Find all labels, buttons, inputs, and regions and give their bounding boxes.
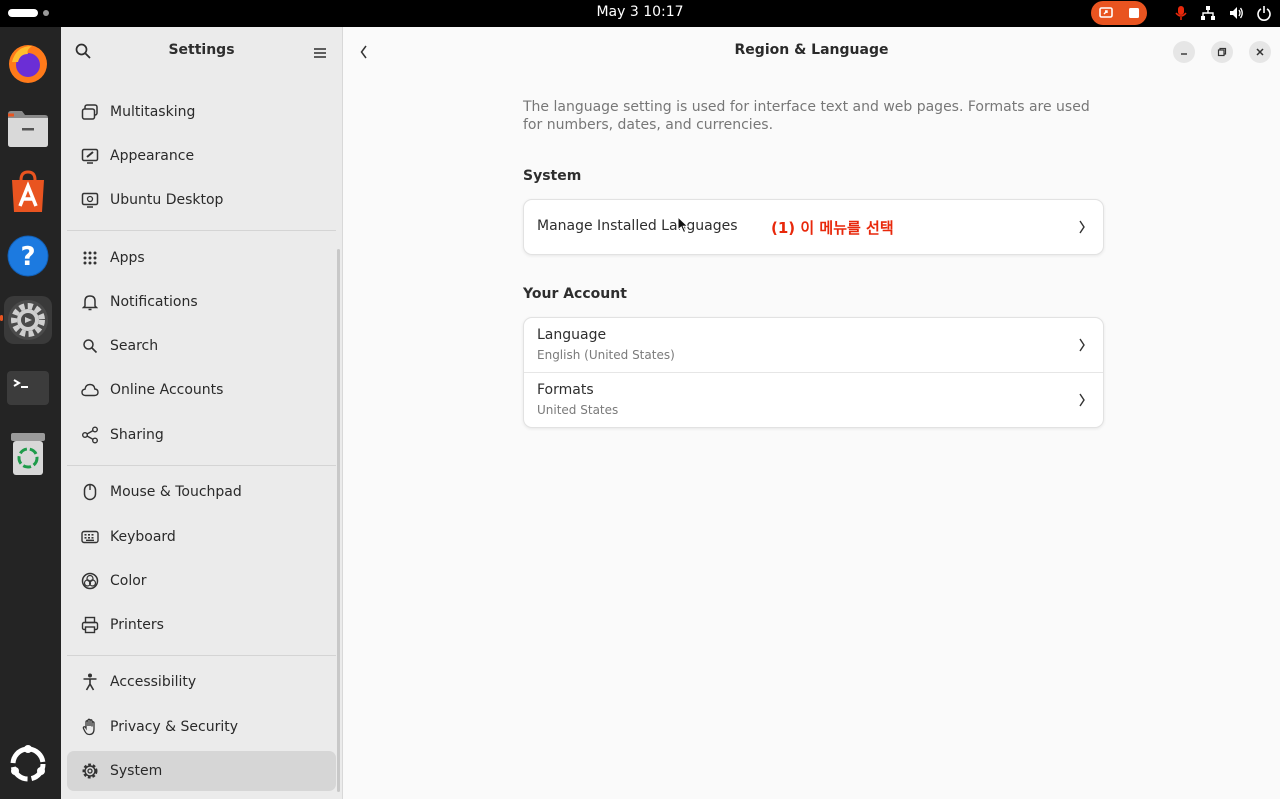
- screen-recording-indicator[interactable]: [1091, 1, 1147, 25]
- appearance-icon: [79, 145, 101, 167]
- sidebar-header: Settings: [61, 27, 342, 75]
- row-title: Formats: [537, 382, 594, 398]
- section-heading-system: System: [523, 168, 582, 184]
- system-tray[interactable]: [1174, 3, 1272, 23]
- sidebar-item-ubuntu-desktop[interactable]: Ubuntu Desktop: [67, 180, 336, 220]
- gear-icon: [79, 760, 101, 782]
- running-indicator: [0, 315, 3, 321]
- sidebar-item-accessibility[interactable]: Accessibility: [67, 662, 336, 702]
- chevron-right-icon: [1078, 219, 1086, 239]
- sidebar-item-sharing[interactable]: Sharing: [67, 415, 336, 455]
- sidebar-item-notifications[interactable]: Notifications: [67, 282, 336, 322]
- manage-installed-languages-row[interactable]: Manage Installed Languages (1) 이 메뉴를 선택: [524, 200, 1103, 254]
- sidebar-item-label: Notifications: [110, 294, 198, 310]
- sidebar-item-label: Accessibility: [110, 674, 197, 690]
- settings-sidebar: Settings Multitasking Appearance Ubuntu …: [61, 27, 343, 799]
- sidebar-item-label: Color: [110, 573, 147, 589]
- network-icon: [1200, 5, 1216, 21]
- row-title: Manage Installed Languages: [537, 218, 738, 234]
- color-icon: [79, 570, 101, 592]
- sidebar-separator: [67, 465, 336, 466]
- show-apps-icon[interactable]: [4, 740, 52, 788]
- help-icon[interactable]: ?: [4, 232, 52, 280]
- minimize-button[interactable]: [1173, 41, 1195, 63]
- hand-icon: [79, 716, 101, 738]
- sidebar-item-appearance[interactable]: Appearance: [67, 136, 336, 176]
- page-description: The language setting is used for interfa…: [523, 99, 1090, 133]
- sidebar-title: Settings: [168, 42, 235, 58]
- screencast-icon: [1098, 4, 1113, 23]
- app-center-icon[interactable]: [4, 168, 52, 216]
- sidebar-item-label: Appearance: [110, 148, 195, 164]
- chevron-right-icon: [1078, 337, 1086, 357]
- firefox-icon[interactable]: [4, 40, 52, 88]
- region-language-page: Region & Language The language setting i…: [343, 27, 1280, 799]
- sidebar-item-search[interactable]: Search: [67, 326, 336, 366]
- close-button[interactable]: [1249, 41, 1271, 63]
- sidebar-item-label: Apps: [110, 250, 145, 266]
- stop-recording-icon[interactable]: [1128, 4, 1140, 23]
- sidebar-item-label: Sharing: [110, 427, 164, 443]
- language-row[interactable]: Language English (United States): [524, 318, 1103, 372]
- keyboard-icon: [79, 526, 101, 548]
- sidebar-separator: [67, 230, 336, 231]
- accessibility-icon: [79, 671, 101, 693]
- sidebar-item-mouse-touchpad[interactable]: Mouse & Touchpad: [67, 472, 336, 512]
- sidebar-item-label: Keyboard: [110, 529, 176, 545]
- sidebar-item-apps[interactable]: Apps: [67, 238, 336, 278]
- sidebar-item-label: Search: [110, 338, 159, 354]
- terminal-icon[interactable]: [4, 364, 52, 412]
- trash-icon[interactable]: [4, 430, 52, 478]
- hamburger-menu-icon[interactable]: [313, 44, 327, 63]
- ubuntu-desktop-icon: [79, 189, 101, 211]
- share-icon: [79, 424, 101, 446]
- sidebar-item-privacy-security[interactable]: Privacy & Security: [67, 707, 336, 747]
- sidebar-item-label: Multitasking: [110, 104, 196, 120]
- bell-icon: [79, 291, 101, 313]
- your-account-card: Language English (United States) Formats…: [523, 317, 1104, 428]
- files-icon[interactable]: [4, 104, 52, 152]
- formats-row[interactable]: Formats United States: [524, 372, 1103, 427]
- instruction-annotation: (1) 이 메뉴를 선택: [771, 219, 894, 237]
- volume-icon: [1228, 5, 1244, 21]
- sidebar-item-printers[interactable]: Printers: [67, 605, 336, 645]
- cloud-icon: [79, 379, 101, 401]
- sidebar-item-label: Printers: [110, 617, 164, 633]
- top-bar: May 3 10:17: [0, 0, 1280, 27]
- row-subtitle: English (United States): [537, 348, 675, 362]
- sidebar-item-multitasking[interactable]: Multitasking: [67, 92, 336, 132]
- sidebar-item-keyboard[interactable]: Keyboard: [67, 517, 336, 557]
- multitasking-icon: [79, 101, 101, 123]
- sidebar-item-system[interactable]: System: [67, 751, 336, 791]
- sidebar-item-label: Mouse & Touchpad: [110, 484, 242, 500]
- sidebar-item-label: System: [110, 763, 163, 779]
- printer-icon: [79, 614, 101, 636]
- sidebar-item-color[interactable]: Color: [67, 561, 336, 601]
- page-title: Region & Language: [734, 42, 889, 58]
- maximize-button[interactable]: [1211, 41, 1233, 63]
- sidebar-separator: [67, 655, 336, 656]
- clock[interactable]: May 3 10:17: [0, 4, 1280, 20]
- search-icon: [79, 335, 101, 357]
- row-subtitle: United States: [537, 403, 619, 417]
- system-card: Manage Installed Languages (1) 이 메뉴를 선택: [523, 199, 1104, 255]
- settings-icon[interactable]: [4, 296, 52, 344]
- sidebar-item-label: Privacy & Security: [110, 719, 238, 735]
- mouse-icon: [79, 481, 101, 503]
- mouse-cursor-icon: [677, 215, 689, 238]
- sidebar-item-label: Online Accounts: [110, 382, 224, 398]
- sidebar-item-online-accounts[interactable]: Online Accounts: [67, 370, 336, 410]
- chevron-right-icon: [1078, 392, 1086, 412]
- microphone-icon: [1174, 5, 1188, 21]
- section-heading-your-account: Your Account: [523, 286, 627, 302]
- apps-grid-icon: [79, 247, 101, 269]
- row-title: Language: [537, 327, 607, 343]
- power-icon: [1256, 5, 1272, 21]
- dock: ?: [0, 27, 61, 799]
- sidebar-item-label: Ubuntu Desktop: [110, 192, 224, 208]
- svg-text:?: ?: [20, 242, 35, 272]
- sidebar-scrollbar[interactable]: [337, 249, 340, 792]
